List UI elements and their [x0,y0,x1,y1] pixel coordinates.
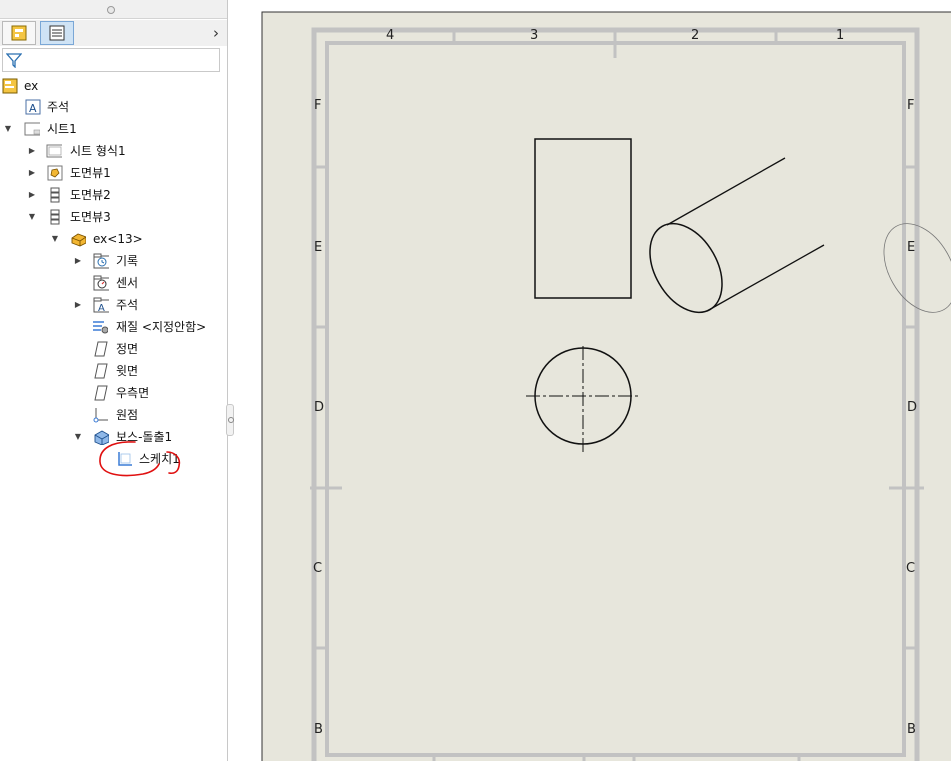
origin-icon [93,408,108,423]
projected-view-icon [50,187,60,203]
tree-item-label: 시트 형식1 [70,144,126,158]
property-list-icon [49,25,65,41]
tree-item-label: 정면 [116,342,139,356]
manager-tab-strip: › [0,20,227,46]
svg-text:A: A [29,102,37,115]
zone-col-label: 1 [836,28,845,43]
plane-icon [94,385,108,401]
drawing-view-icon [47,165,63,181]
collapsed-arrow-icon[interactable]: ▶ [27,141,37,161]
zone-row-label-left: D [314,400,325,415]
tree-item-label: 주석 [116,298,139,312]
expanded-arrow-icon[interactable]: ▼ [50,229,60,249]
panel-splitter[interactable] [0,0,227,19]
expanded-arrow-icon[interactable]: ▼ [3,119,13,139]
zone-row-label-right: D [907,400,918,415]
zone-col-label: 4 [386,28,395,43]
collapsed-arrow-icon[interactable]: ▶ [73,251,83,271]
splitter-grip-icon[interactable] [107,6,115,14]
sheet-icon [24,122,40,136]
tree-item-label: 재질 <지정안함> [116,320,207,334]
part-icon [71,233,86,247]
zone-row-label-left: F [314,98,322,113]
tree-item-label: 윗면 [116,364,139,378]
material-icon [93,321,108,334]
tree-item-label: 센서 [116,276,139,290]
zone-row-label-right: B [907,722,916,737]
collapsed-arrow-icon[interactable]: ▶ [27,185,37,205]
zone-row-label-left: B [314,722,323,737]
sheet-paper [261,11,951,761]
panel-collapse-handle[interactable] [226,404,234,436]
tree-item-label: 도면뷰2 [70,188,111,202]
projected-view-icon [50,209,60,225]
annotation-icon: A [25,99,41,115]
tree-item-label: 도면뷰3 [70,210,111,224]
zone-col-label: 3 [530,28,539,43]
zone-row-label-left: E [314,240,323,255]
zone-row-label-right: E [907,240,916,255]
tree-item-label: ex [24,79,39,93]
annotation-folder-icon: A [93,297,109,313]
zone-row-label-right: C [906,561,916,576]
markup-circle-annotation [99,441,181,477]
tree-item-label: 기록 [116,254,139,268]
sheet-format-icon [46,144,62,158]
tree-item-label: 도면뷰1 [70,166,111,180]
tab-feature-manager[interactable] [2,21,36,45]
svg-text:A: A [98,303,105,313]
drawing-document-icon [2,78,18,94]
tree-item-label: 주석 [47,100,70,114]
expanded-arrow-icon[interactable]: ▼ [27,207,37,227]
zone-row-label-right: F [907,98,915,113]
history-icon [93,253,109,269]
tree-item-label: 시트1 [47,122,77,136]
tree-item-label: 원점 [116,408,139,422]
collapsed-arrow-icon[interactable]: ▶ [73,295,83,315]
sensor-icon [93,275,109,291]
collapsed-arrow-icon[interactable]: ▶ [27,163,37,183]
tree-filter-input[interactable] [2,48,220,72]
expanded-arrow-icon[interactable]: ▼ [73,427,83,447]
filter-icon[interactable] [6,52,22,68]
tree-item-label: 우측면 [116,386,150,400]
zone-col-label: 2 [691,28,700,43]
plane-icon [94,341,108,357]
drawing-sheet[interactable] [234,0,951,761]
zone-row-label-left: C [313,561,323,576]
drawing-canvas[interactable]: 4 3 2 1 F E D C B F E D C B [234,0,951,761]
chevron-right-icon[interactable]: › [213,24,219,42]
feature-tree-icon [11,25,27,41]
feature-manager-panel: › ex A 주석 ▼ 시트1 ▶ 시트 형식1 ▶ 도면뷰1 ▶ 도면뷰2 ▼… [0,0,228,761]
plane-icon [94,363,108,379]
tab-property-manager[interactable] [40,21,74,45]
tree-item-label: ex<13> [93,232,143,246]
